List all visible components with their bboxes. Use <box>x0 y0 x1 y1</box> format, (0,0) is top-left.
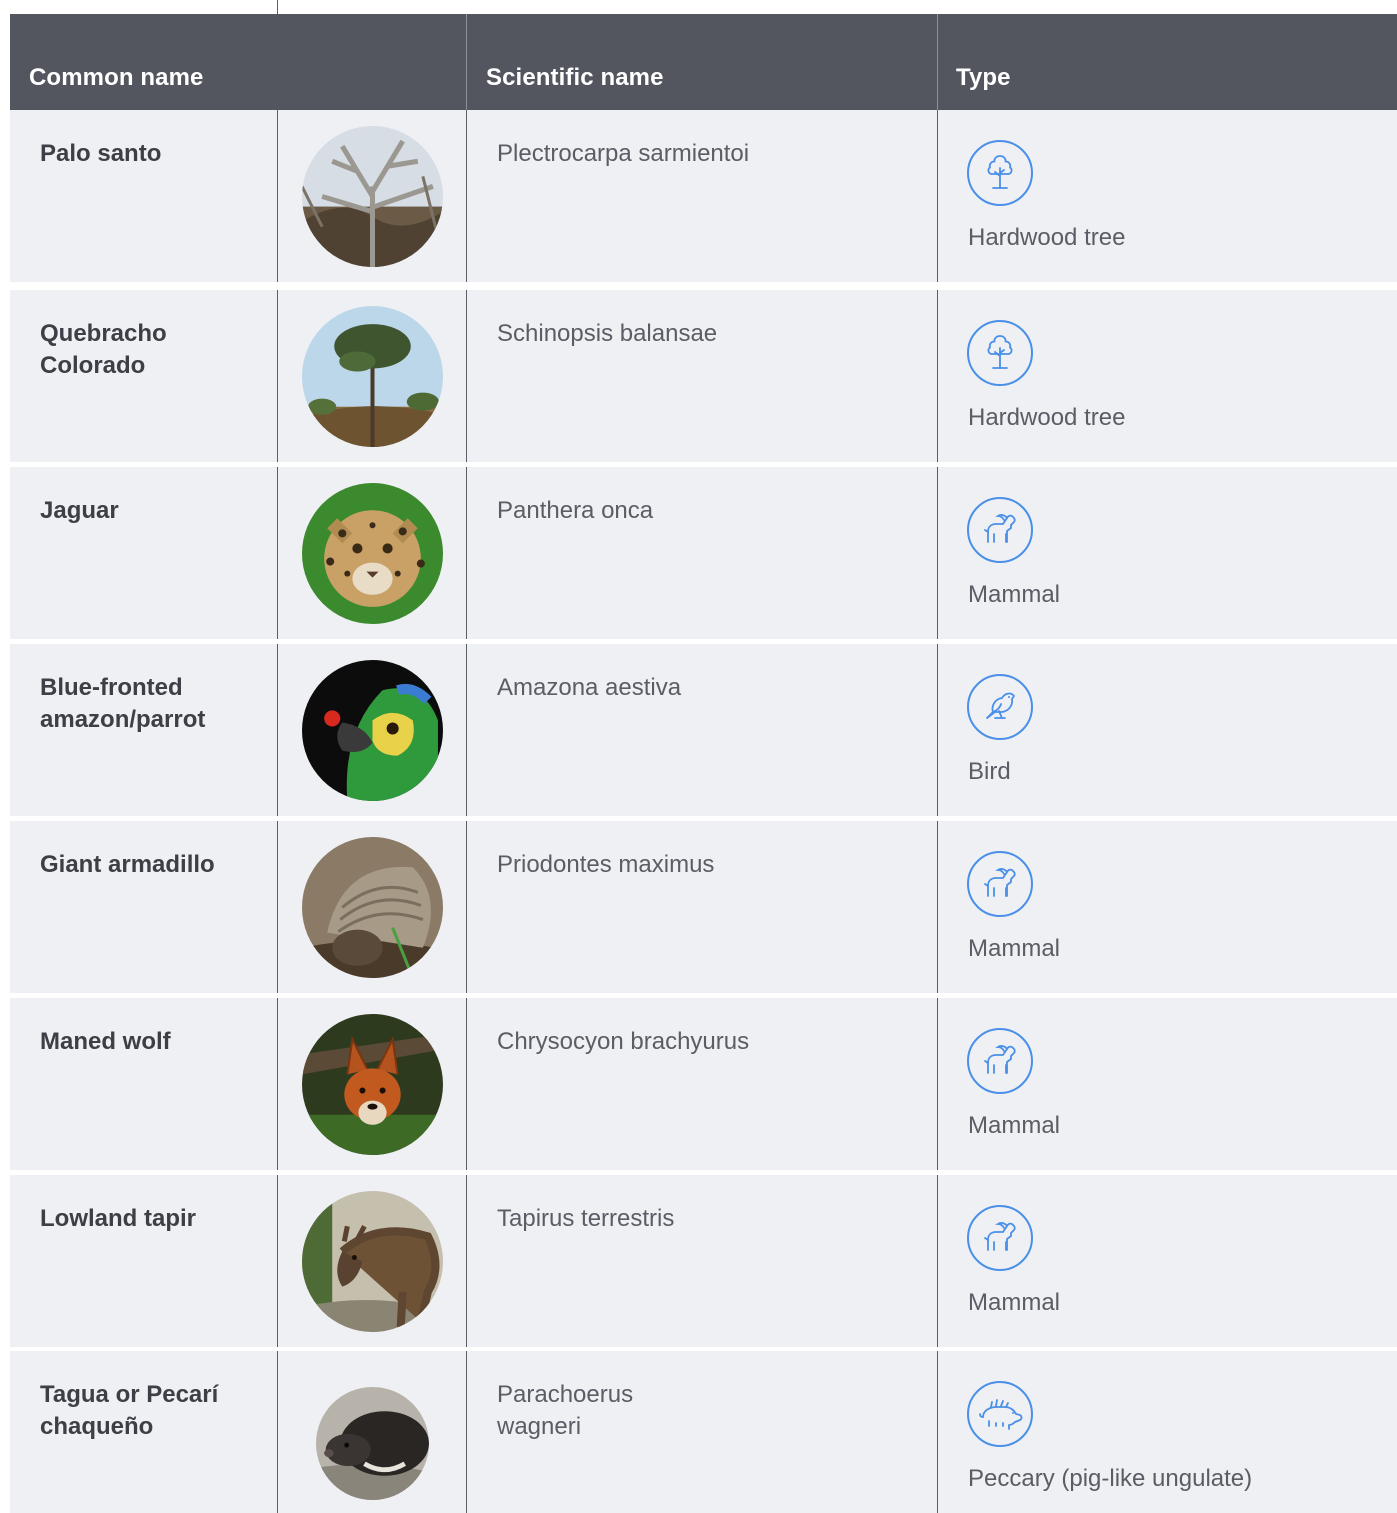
common-name: Palo santo <box>40 140 162 167</box>
column-divider <box>466 821 467 993</box>
table-row: Lowland tapir Tapirus terrestris Mammal <box>10 1175 1397 1347</box>
table-header: Common name Scientific name Type <box>10 14 1397 110</box>
table-row: Palo santo Plectrocarpa sarmientoi Hardw… <box>10 110 1397 282</box>
bird-icon <box>967 674 1033 740</box>
common-name: Blue-fronted amazon/parrot <box>40 674 206 733</box>
palo-santo-photo <box>302 126 443 267</box>
column-divider <box>466 1175 467 1347</box>
column-divider <box>277 821 278 993</box>
table-row: Blue-fronted amazon/parrot Amazona aesti… <box>10 644 1397 816</box>
table-row: Jaguar Panthera onca Mammal <box>10 467 1397 639</box>
column-divider <box>466 998 467 1170</box>
column-divider <box>937 290 938 462</box>
column-divider <box>466 467 467 639</box>
type-label: Mammal <box>968 1112 1061 1139</box>
column-divider <box>466 644 467 816</box>
table-row: Tagua or Pecarí chaqueño Parachoerus wag… <box>10 1351 1397 1513</box>
scientific-name: Parachoerus wagneri <box>497 1381 634 1440</box>
jaguar-photo <box>302 483 443 624</box>
column-divider <box>277 1351 278 1513</box>
tree-icon <box>967 140 1033 206</box>
mammal-icon <box>967 1028 1033 1094</box>
column-divider <box>937 644 938 816</box>
column-divider <box>466 110 467 282</box>
type-label: Mammal <box>968 1289 1061 1316</box>
scientific-name: Amazona aestiva <box>497 674 682 701</box>
type-label: Mammal <box>968 581 1061 608</box>
type-label: Hardwood tree <box>968 224 1126 251</box>
column-divider <box>937 110 938 282</box>
table-row: Giant armadillo Priodontes maximus Mamma… <box>10 821 1397 993</box>
column-divider <box>937 821 938 993</box>
parrot-photo <box>302 660 443 801</box>
column-divider <box>466 290 467 462</box>
common-name: Lowland tapir <box>40 1205 196 1232</box>
tree-icon <box>967 320 1033 386</box>
tapir-photo <box>302 1191 443 1332</box>
column-divider <box>937 1351 938 1513</box>
common-name: Giant armadillo <box>40 851 215 878</box>
scientific-name: Panthera onca <box>497 497 654 524</box>
column-divider <box>937 998 938 1170</box>
common-name: Jaguar <box>40 497 119 524</box>
common-name: Quebracho Colorado <box>40 320 167 379</box>
species-table: Common name Scientific name Type Palo sa… <box>10 0 1397 1513</box>
table-row: Maned wolf Chrysocyon brachyurus Mammal <box>10 998 1397 1170</box>
armadillo-photo <box>302 837 443 978</box>
maned-wolf-photo <box>302 1014 443 1155</box>
column-divider <box>466 1351 467 1513</box>
column-divider <box>277 290 278 462</box>
scientific-name: Schinopsis balansae <box>497 320 718 347</box>
mammal-icon <box>967 1205 1033 1271</box>
mammal-icon <box>967 497 1033 563</box>
scientific-name: Tapirus terrestris <box>497 1205 675 1232</box>
column-divider <box>277 998 278 1170</box>
column-divider-top <box>277 0 278 14</box>
header-divider <box>937 14 938 110</box>
type-label: Hardwood tree <box>968 404 1126 431</box>
mammal-icon <box>967 851 1033 917</box>
peccary-icon <box>967 1381 1033 1447</box>
column-divider <box>937 1175 938 1347</box>
common-name: Tagua or Pecarí chaqueño <box>40 1381 219 1440</box>
header-common-name: Common name <box>29 64 204 91</box>
common-name: Maned wolf <box>40 1028 171 1055</box>
column-divider <box>937 467 938 639</box>
column-divider <box>277 467 278 639</box>
column-divider <box>277 110 278 282</box>
header-divider <box>466 14 467 110</box>
column-divider <box>277 1175 278 1347</box>
type-label: Peccary (pig-like ungulate) <box>968 1465 1253 1492</box>
scientific-name: Chrysocyon brachyurus <box>497 1028 750 1055</box>
scientific-name: Plectrocarpa sarmientoi <box>497 140 750 167</box>
scientific-name: Priodontes maximus <box>497 851 715 878</box>
peccary-photo <box>316 1387 429 1500</box>
header-type: Type <box>956 64 1011 91</box>
type-label: Bird <box>968 758 1011 785</box>
type-label: Mammal <box>968 935 1061 962</box>
header-scientific-name: Scientific name <box>486 64 664 91</box>
quebracho-photo <box>302 306 443 447</box>
column-divider <box>277 644 278 816</box>
table-row: Quebracho Colorado Schinopsis balansae H… <box>10 290 1397 462</box>
